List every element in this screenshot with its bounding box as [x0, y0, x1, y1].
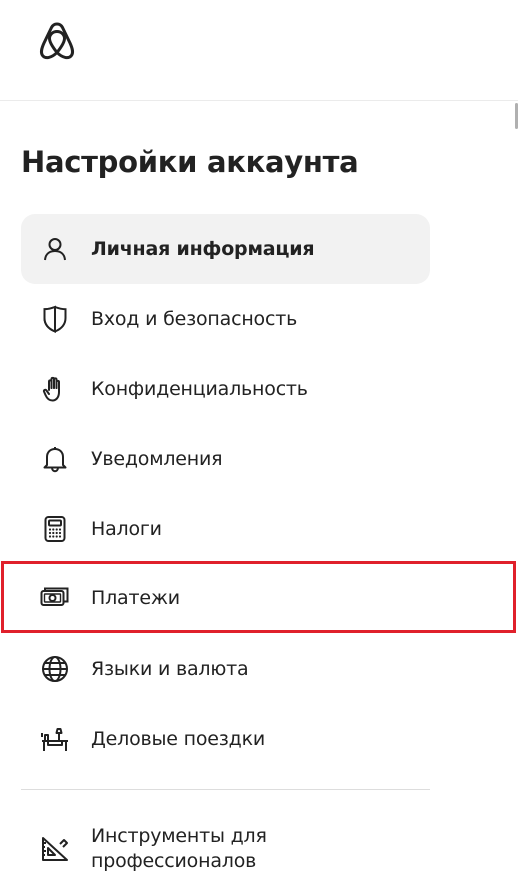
person-icon	[40, 234, 70, 264]
menu-item-pro-tools[interactable]: Инструменты для профессионалов	[21, 814, 430, 884]
desk-icon	[40, 724, 70, 754]
menu-item-label: Уведомления	[91, 448, 223, 470]
menu-item-privacy[interactable]: Конфиденциальность	[21, 354, 430, 424]
calculator-icon	[40, 514, 70, 544]
globe-icon	[40, 654, 70, 684]
menu-item-login-security[interactable]: Вход и безопасность	[21, 284, 430, 354]
scrollbar[interactable]	[514, 101, 518, 886]
menu-item-taxes[interactable]: Налоги	[21, 494, 430, 564]
top-bar	[0, 0, 518, 101]
ruler-triangle-icon	[40, 834, 70, 864]
menu-item-notifications[interactable]: Уведомления	[21, 424, 430, 494]
page-title: Настройки аккаунта	[21, 145, 359, 179]
hand-icon	[40, 374, 70, 404]
menu-item-label: Языки и валюта	[91, 658, 249, 680]
shield-icon	[40, 304, 70, 334]
menu-item-label: Конфиденциальность	[91, 378, 308, 400]
menu-item-label: Налоги	[91, 518, 162, 540]
bell-icon	[40, 444, 70, 474]
menu-item-label: Деловые поездки	[91, 728, 266, 750]
menu-item-personal-info[interactable]: Личная информация	[21, 214, 430, 284]
menu-item-label: Вход и безопасность	[91, 308, 298, 330]
menu-item-payments[interactable]: Платежи	[21, 563, 430, 633]
menu-item-label: Платежи	[91, 587, 180, 609]
menu-divider	[21, 789, 430, 790]
airbnb-logo-icon[interactable]	[38, 22, 76, 62]
menu-item-business-travel[interactable]: Деловые поездки	[21, 704, 430, 774]
menu-item-label: Личная информация	[91, 238, 315, 260]
cash-icon	[40, 583, 70, 613]
menu-item-language-currency[interactable]: Языки и валюта	[21, 634, 430, 704]
menu-item-label: Инструменты для профессионалов	[91, 825, 267, 872]
